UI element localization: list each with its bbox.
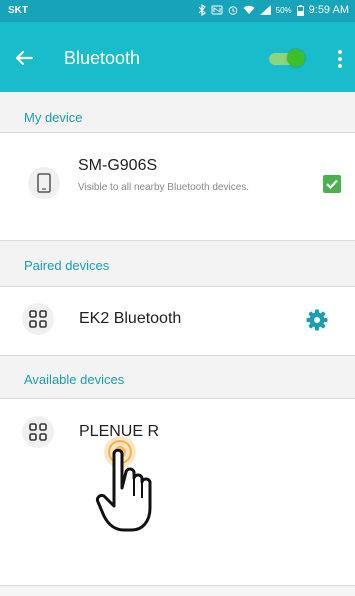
device-icon-wrap [22, 416, 54, 448]
menu-dot [338, 50, 342, 54]
status-bar: SKT 50% 9:59 AM [0, 0, 355, 22]
overflow-menu-icon[interactable] [332, 46, 348, 72]
page-title: Bluetooth [64, 48, 141, 68]
status-icons: 50% 9:59 AM [198, 4, 349, 16]
available-device-row[interactable]: PLENUE R [0, 399, 355, 469]
bottom-bar [0, 585, 355, 596]
toggle-thumb [287, 49, 305, 67]
my-device-row[interactable]: SM-G906S Visible to all nearby Bluetooth… [0, 133, 355, 240]
visibility-checkbox[interactable] [323, 175, 341, 193]
wifi-status-icon [243, 5, 255, 14]
section-header-available-devices: Available devices [24, 372, 125, 387]
paired-device-name: EK2 Bluetooth [79, 310, 182, 327]
battery-percent: 50% [275, 5, 292, 15]
nfc-status-icon [211, 5, 223, 15]
phone-icon [37, 173, 51, 193]
section-header-my-device: My device [24, 110, 83, 125]
bluetooth-status-icon [198, 4, 206, 16]
menu-dot [338, 57, 342, 61]
my-device-subtitle: Visible to all nearby Bluetooth devices. [78, 182, 250, 193]
back-arrow-icon[interactable] [10, 44, 38, 72]
menu-dot [338, 64, 342, 68]
paired-device-row[interactable]: EK2 Bluetooth [0, 287, 355, 355]
action-bar: Bluetooth [0, 22, 355, 92]
my-device-name: SM-G906S [78, 157, 158, 174]
checkmark-icon [326, 179, 338, 190]
device-icon-wrap [22, 303, 54, 335]
bluetooth-device-icon [29, 310, 47, 328]
bluetooth-toggle[interactable] [265, 49, 305, 67]
alarm-status-icon [228, 6, 237, 15]
gear-icon[interactable] [305, 308, 329, 332]
section-header-paired-devices: Paired devices [24, 258, 110, 273]
bluetooth-device-icon [29, 423, 47, 441]
battery-icon [296, 4, 304, 16]
phone-icon-wrap [28, 167, 60, 199]
signal-status-icon [259, 5, 271, 15]
clock: 9:59 AM [308, 4, 349, 16]
tap-hand-cursor-icon [96, 436, 152, 532]
carrier-label: SKT [8, 5, 28, 16]
